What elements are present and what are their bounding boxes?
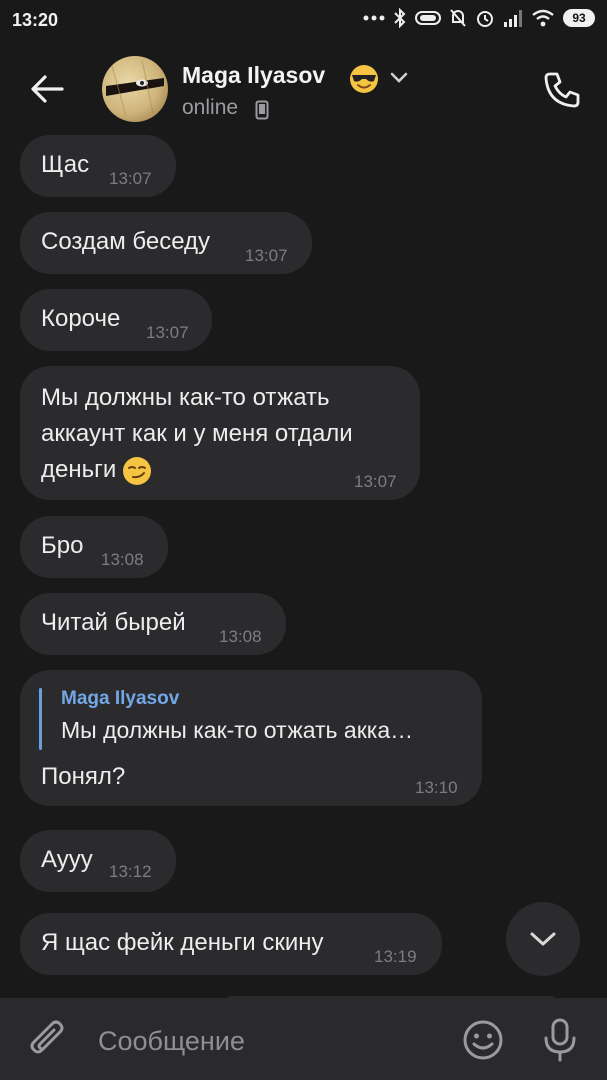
message-bubble[interactable]: Создам беседу 13:07 — [20, 212, 312, 274]
message-bubble[interactable]: Щас 13:07 — [20, 135, 176, 197]
scroll-to-bottom-button[interactable] — [506, 902, 580, 976]
message-time: 13:19 — [374, 947, 417, 966]
message-text: Создам беседу — [41, 228, 211, 255]
emoji-smile-icon — [463, 1020, 503, 1060]
message-text: Читай бырей — [41, 609, 186, 636]
microphone-icon — [544, 1018, 576, 1062]
smirking-face-icon — [123, 456, 152, 485]
message-time: 13:07 — [245, 246, 288, 265]
message-bubble[interactable]: Ауyy 13:12 — [20, 830, 176, 892]
message-text: Короче — [41, 305, 121, 332]
message-list[interactable]: Щас 13:07 Создам беседу 13:07 Короче 13:… — [0, 0, 607, 1006]
emoji-button[interactable] — [461, 1018, 505, 1062]
message-bubble[interactable]: Мы должны как-то отжать аккаунт как и у … — [20, 366, 420, 500]
message-text: Ауyy — [41, 846, 93, 873]
message-text: Щас — [41, 151, 90, 178]
reply-quote-bar — [39, 688, 42, 750]
paperclip-icon — [30, 1020, 64, 1054]
message-time: 13:12 — [109, 862, 152, 881]
message-composer — [0, 998, 607, 1080]
message-text: Бро — [41, 532, 84, 559]
message-time: 13:07 — [109, 169, 152, 188]
message-text-line: Мы должны как-то отжать — [41, 384, 330, 411]
message-bubble[interactable]: Бро 13:08 — [20, 516, 168, 578]
reply-author[interactable]: Maga Ilyasov — [61, 688, 179, 710]
voice-message-button[interactable] — [540, 1016, 580, 1064]
message-bubble[interactable]: Я щас фейк деньги скину 13:19 — [20, 913, 442, 975]
message-bubble[interactable]: Читай бырей 13:08 — [20, 593, 286, 655]
reply-text[interactable]: Мы должны как-то отжать акка… — [61, 717, 453, 744]
message-text: Я щас фейк деньги скину — [41, 929, 324, 956]
message-time: 13:07 — [354, 472, 397, 491]
message-text-line: деньги — [41, 453, 152, 487]
message-bubble[interactable]: Короче 13:07 — [20, 289, 212, 351]
message-text-line: аккаунт как и у меня отдали — [41, 420, 353, 447]
message-bubble-with-reply[interactable]: Maga Ilyasov Мы должны как-то отжать акк… — [20, 670, 482, 806]
message-time: 13:08 — [219, 627, 262, 646]
message-time: 13:10 — [415, 778, 458, 797]
message-time: 13:07 — [146, 323, 189, 342]
message-text: Понял? — [41, 763, 126, 790]
attach-button[interactable] — [28, 1018, 68, 1062]
message-input[interactable] — [96, 1020, 440, 1062]
message-text-line-words: деньги — [41, 456, 117, 483]
chevron-down-icon — [530, 932, 556, 946]
message-time: 13:08 — [101, 550, 144, 569]
